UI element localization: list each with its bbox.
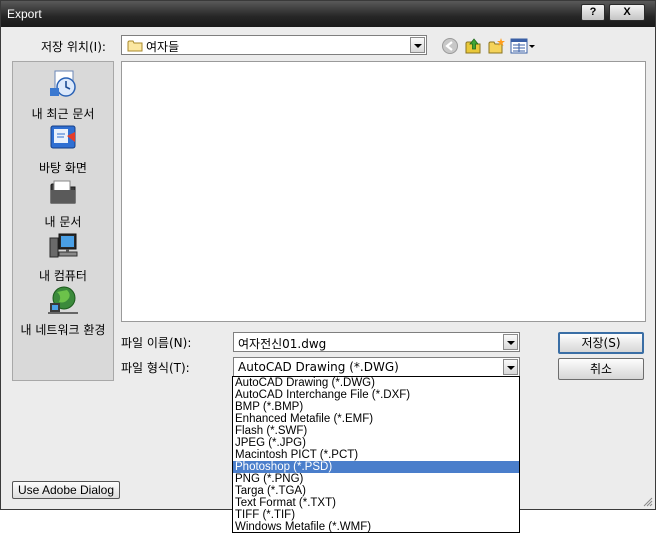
filetype-dropdown[interactable]: AutoCAD Drawing (*.DWG)	[233, 357, 520, 377]
filetype-option[interactable]: PNG (*.PNG)	[233, 473, 519, 485]
lookin-label: 저장 위치(I):	[41, 40, 106, 54]
filetype-option[interactable]: TIFF (*.TIF)	[233, 509, 519, 521]
my-computer-icon	[49, 233, 78, 258]
places-item-network[interactable]: 내 네트워크 환경	[13, 284, 113, 338]
lookin-value: 여자들	[146, 40, 180, 54]
filetype-option[interactable]: Enhanced Metafile (*.EMF)	[233, 413, 519, 425]
save-button[interactable]: 저장(S)	[558, 332, 644, 354]
places-bar: 내 최근 문서 바탕 화면 내 문서 내 컴퓨터 내 네트워크 환경	[12, 61, 114, 381]
new-folder-icon[interactable]	[487, 37, 505, 55]
places-label: 바탕 화면	[39, 161, 87, 175]
back-icon[interactable]	[441, 37, 459, 55]
my-documents-icon	[50, 180, 76, 204]
filetype-option[interactable]: AutoCAD Drawing (*.DWG)	[233, 377, 519, 389]
places-item-recent[interactable]: 내 최근 문서	[13, 68, 113, 122]
lookin-dropdown[interactable]: 여자들	[121, 35, 427, 55]
file-list[interactable]	[121, 61, 646, 322]
filetype-option[interactable]: Macintosh PICT (*.PCT)	[233, 449, 519, 461]
filetype-option[interactable]: BMP (*.BMP)	[233, 401, 519, 413]
chevron-down-icon[interactable]	[503, 359, 518, 375]
chevron-down-icon[interactable]	[410, 37, 425, 53]
places-item-desktop[interactable]: 바탕 화면	[13, 122, 113, 176]
filename-input[interactable]: 여자전신01.dwg	[233, 332, 520, 352]
places-label: 내 네트워크 환경	[20, 323, 106, 337]
use-adobe-dialog-button[interactable]: Use Adobe Dialog	[12, 481, 120, 499]
close-button[interactable]: X	[609, 4, 645, 21]
cancel-button[interactable]: 취소	[558, 358, 644, 380]
filetype-option[interactable]: Text Format (*.TXT)	[233, 497, 519, 509]
title-bar: Export ? X	[1, 1, 655, 27]
places-label: 내 문서	[44, 215, 82, 229]
filetype-option-selected[interactable]: Photoshop (*.PSD)	[233, 461, 519, 473]
filetype-options-list[interactable]: AutoCAD Drawing (*.DWG) AutoCAD Intercha…	[232, 376, 520, 533]
filetype-option[interactable]: Windows Metafile (*.WMF)	[233, 521, 519, 533]
places-item-documents[interactable]: 내 문서	[13, 176, 113, 230]
filetype-option[interactable]: Flash (*.SWF)	[233, 425, 519, 437]
up-folder-icon[interactable]	[464, 37, 482, 55]
places-label: 내 최근 문서	[31, 107, 95, 121]
resize-grip-icon[interactable]	[641, 495, 653, 507]
filetype-option[interactable]: AutoCAD Interchange File (*.DXF)	[233, 389, 519, 401]
filename-value: 여자전신01.dwg	[238, 337, 327, 351]
places-label: 내 컴퓨터	[39, 269, 87, 283]
desktop-icon	[50, 125, 76, 149]
help-button[interactable]: ?	[581, 4, 605, 21]
chevron-down-icon[interactable]	[503, 334, 518, 350]
filetype-label: 파일 형식(T):	[121, 361, 190, 375]
folder-icon	[127, 40, 143, 52]
filetype-value: AutoCAD Drawing (*.DWG)	[238, 360, 399, 374]
filetype-option[interactable]: Targa (*.TGA)	[233, 485, 519, 497]
filename-label: 파일 이름(N):	[121, 336, 192, 350]
filetype-option[interactable]: JPEG (*.JPG)	[233, 437, 519, 449]
network-places-icon	[48, 286, 78, 314]
recent-documents-icon	[50, 70, 76, 97]
window-title: Export	[7, 7, 42, 21]
places-item-computer[interactable]: 내 컴퓨터	[13, 230, 113, 284]
view-menu-icon[interactable]	[510, 37, 536, 55]
